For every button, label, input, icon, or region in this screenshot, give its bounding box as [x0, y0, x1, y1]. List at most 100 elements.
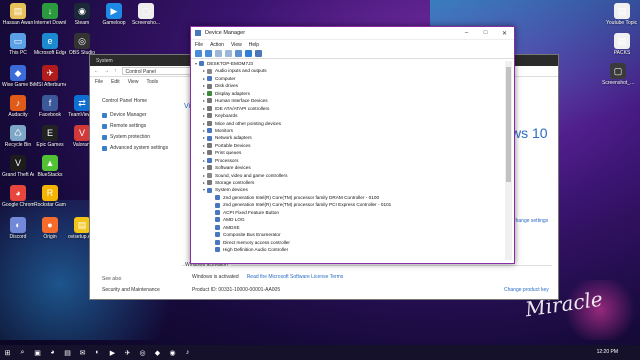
device-tree-item[interactable]: ▸ IDE ATA/ATAPI controllers [193, 105, 504, 112]
desktop-icon[interactable]: ↓Internet Downlo... [34, 3, 66, 26]
desktop-icon[interactable]: VGrand Theft Auto V [2, 155, 34, 178]
device-tree-item[interactable]: ▸ Monitors [193, 127, 504, 134]
device-tree-item[interactable]: ▸ Computer [193, 75, 504, 82]
device-tree-item[interactable]: ▸ Display adapters [193, 90, 504, 97]
desktop-icon[interactable]: f Facebook [34, 95, 66, 118]
desktop-icon[interactable]: ◆Wise Game Booster [2, 65, 34, 88]
device-tree-scrollbar[interactable] [505, 61, 512, 260]
desktop-icon[interactable]: RRockstar Games [34, 185, 66, 208]
desktop-icon[interactable]: e Microsoft Edge [34, 33, 66, 56]
taskbar-app-icon[interactable]: ◆ [150, 345, 165, 360]
device-tree-item[interactable]: AMDXE [193, 224, 504, 231]
desktop-icon[interactable]: ▲ BlueStacks [34, 155, 66, 178]
device-tree-item[interactable]: Composite Bus Enumerator [193, 231, 504, 238]
device-tree-item[interactable]: ▸ Storage controllers [193, 179, 504, 186]
desktop-icon[interactable]: ✈ MSI Afterburner [34, 65, 66, 88]
dm-menu-action[interactable]: Action [210, 42, 224, 48]
device-tree-item[interactable]: ▸ Processors [193, 157, 504, 164]
desktop-icon[interactable]: ▢ Screensho... [130, 3, 162, 26]
forward-arrow-icon[interactable]: → [104, 68, 109, 74]
license-terms-link[interactable]: Read the Microsoft Software License Term… [247, 274, 344, 280]
device-tree-item[interactable]: ▾ System devices [193, 186, 504, 193]
monitor-icon[interactable] [255, 50, 262, 57]
desktop-icon[interactable]: ♪ Audacity [2, 95, 34, 118]
close-icon[interactable]: ✕ [495, 30, 514, 37]
device-tree-item[interactable]: 2nd generation Intel(R) Core(TM) process… [193, 194, 504, 201]
device-tree-item[interactable]: ▸ Network adapters [193, 134, 504, 141]
menu-tools[interactable]: Tools [146, 79, 158, 85]
tree-view-icon[interactable] [215, 50, 222, 57]
sidebar-item-advanced-settings[interactable]: Advanced system settings [102, 145, 176, 151]
desktop-icon[interactable]: ▤ PACKS [606, 33, 638, 56]
shield-icon [102, 123, 107, 129]
desktop-icon[interactable]: ▭ This PC [2, 33, 34, 56]
back-icon[interactable] [195, 50, 202, 57]
help-icon[interactable] [235, 50, 242, 57]
device-tree-item[interactable]: AMD LOG [193, 216, 504, 223]
maximize-icon[interactable]: □ [476, 30, 495, 37]
taskbar-app-icon[interactable]: ▤ [60, 345, 75, 360]
device-tree-item[interactable]: Direct memory access controller [193, 239, 504, 246]
taskbar-app-icon[interactable]: ◕ [45, 345, 60, 360]
sidebar-item-device-manager[interactable]: Device Manager [102, 112, 176, 118]
desktop-icon[interactable]: ♺ Recycle Bin [2, 125, 34, 148]
taskbar-app-icon[interactable]: ✈ [120, 345, 135, 360]
security-maintenance-link[interactable]: Security and Maintenance [102, 287, 160, 293]
desktop-icon[interactable]: ◎ OBS Studio [66, 33, 98, 56]
device-tree-item[interactable]: ▸ Human Interface Devices [193, 97, 504, 104]
device-tree-item[interactable]: ▸ Portable Devices [193, 142, 504, 149]
scan-hardware-icon[interactable] [245, 50, 252, 57]
back-arrow-icon[interactable]: ← [94, 68, 99, 74]
menu-edit[interactable]: Edit [111, 79, 120, 85]
system-sidebar: Control Panel Home Device Manager Remote… [90, 95, 176, 299]
dm-menu-view[interactable]: View [231, 42, 242, 48]
desktop-icon[interactable]: ▤Youtube Topic D... [606, 3, 638, 26]
device-tree-item[interactable]: ▸ Mice and other pointing devices [193, 120, 504, 127]
taskbar-app-icon[interactable]: ✉ [75, 345, 90, 360]
desktop-icon[interactable]: ◐ Discord [2, 217, 34, 240]
taskbar-app-icon[interactable]: ◐ [90, 345, 105, 360]
device-tree-item[interactable]: ▸ Audio inputs and outputs [193, 67, 504, 74]
device-tree-item[interactable]: ACPI Fixed Feature Button [193, 209, 504, 216]
app-icon: ▲ [42, 155, 58, 171]
desktop-icon[interactable]: ◕ Google Chrome [2, 185, 34, 208]
taskbar-app-icon[interactable]: ◎ [135, 345, 150, 360]
sidebar-item-remote-settings[interactable]: Remote settings [102, 123, 176, 129]
start-icon[interactable]: ⊞ [0, 345, 15, 360]
up-arrow-icon[interactable]: ↑ [114, 68, 117, 74]
dm-menu-file[interactable]: File [195, 42, 203, 48]
scrollbar-thumb[interactable] [506, 67, 511, 182]
device-tree-item[interactable]: High Definition Audio Controller [193, 246, 504, 253]
desktop-icon[interactable]: ▢ Screenshot_... [602, 63, 634, 86]
sidebar-item-label: Advanced system settings [110, 145, 169, 151]
taskbar-app-icon[interactable]: ◉ [165, 345, 180, 360]
properties-icon[interactable] [225, 50, 232, 57]
change-settings-link[interactable]: Change settings [512, 218, 548, 224]
dm-menu-help[interactable]: Help [249, 42, 259, 48]
device-tree-item[interactable]: ▾ DESKTOP-EMOM7J3 [193, 60, 504, 67]
taskbar-app-icon[interactable]: ▶ [105, 345, 120, 360]
desktop-icon[interactable]: E Epic Games [34, 125, 66, 148]
change-product-key-link[interactable]: Change product key [504, 287, 549, 293]
desktop-icon[interactable]: ◉ Steam [66, 3, 98, 26]
taskbar-clock[interactable]: 12:20 PM [597, 349, 618, 355]
desktop-icon[interactable]: ▶ Gameloop [98, 3, 130, 26]
taskbar-app-icon[interactable]: ▣ [30, 345, 45, 360]
taskbar-app-icon[interactable]: ♪ [180, 345, 195, 360]
device-tree-item[interactable]: ▸ Print queues [193, 149, 504, 156]
forward-icon[interactable] [205, 50, 212, 57]
device-tree-item[interactable]: ▸ Disk drives [193, 82, 504, 89]
device-tree-item[interactable]: 2nd generation Intel(R) Core(TM) process… [193, 201, 504, 208]
menu-view[interactable]: View [128, 79, 139, 85]
menu-file[interactable]: File [95, 79, 103, 85]
sidebar-item-system-protection[interactable]: System protection [102, 134, 176, 140]
control-panel-home-link[interactable]: Control Panel Home [102, 98, 176, 104]
minimize-icon[interactable]: – [457, 30, 476, 37]
desktop-icon[interactable]: ▤ Hassan Awan [2, 3, 34, 26]
device-tree-item[interactable]: ▸ Software devices [193, 164, 504, 171]
desktop-icon[interactable]: ● Origin [34, 217, 66, 240]
device-manager-title: Device Manager [205, 30, 246, 36]
device-tree-item[interactable]: ▸ Keyboards [193, 112, 504, 119]
device-tree-item[interactable]: ▸ Sound, video and game controllers [193, 172, 504, 179]
taskbar-app-icon[interactable]: ⌕ [15, 345, 30, 360]
